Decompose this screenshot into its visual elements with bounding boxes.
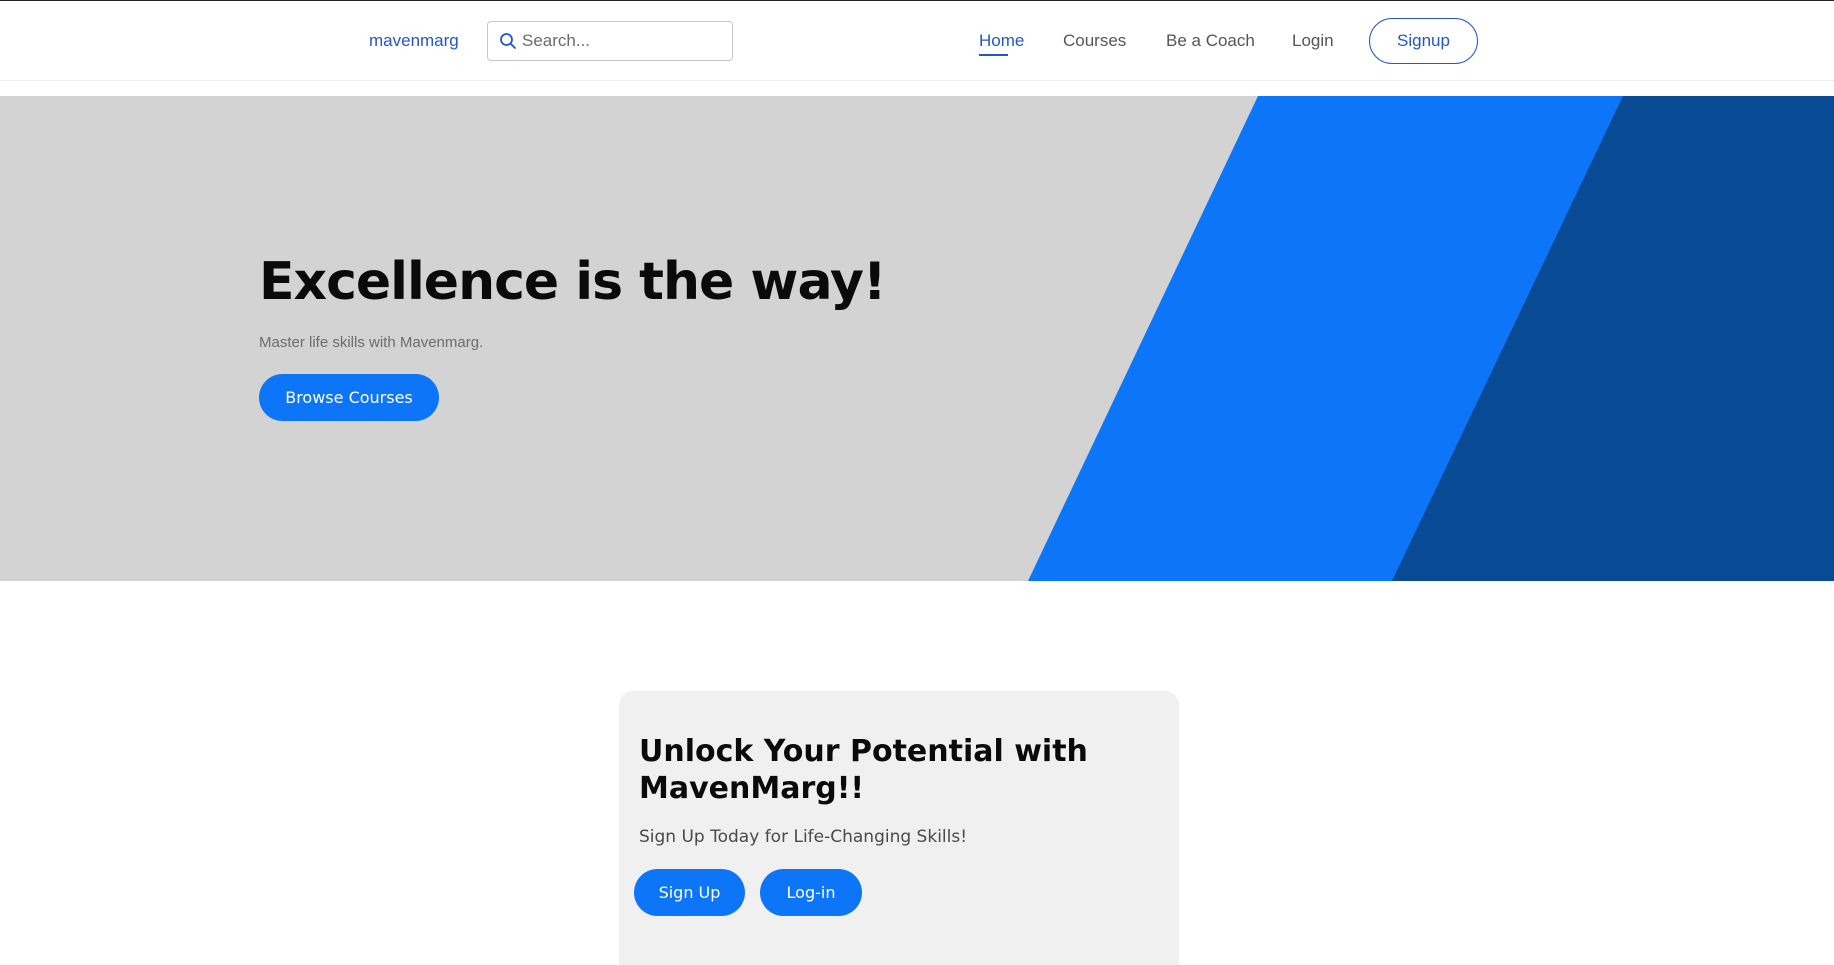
signup-button[interactable]: Signup xyxy=(1369,18,1478,64)
nav-home[interactable]: Home xyxy=(979,31,1024,51)
cta-subtitle: Sign Up Today for Life-Changing Skills! xyxy=(639,827,968,847)
search-box[interactable] xyxy=(487,21,733,61)
signup-cta-card: Unlock Your Potential with MavenMarg!! S… xyxy=(619,691,1179,965)
nav-active-indicator xyxy=(979,54,1008,56)
hero-banner: Excellence is the way! Master life skill… xyxy=(0,96,1834,581)
cta-login-button[interactable]: Log-in xyxy=(760,869,862,916)
search-icon xyxy=(500,33,516,49)
browse-courses-button[interactable]: Browse Courses xyxy=(259,374,439,421)
nav-be-a-coach[interactable]: Be a Coach xyxy=(1166,31,1255,51)
nav-courses[interactable]: Courses xyxy=(1063,31,1126,51)
cta-signup-button[interactable]: Sign Up xyxy=(634,869,745,916)
navbar: mavenmarg Home Courses Be a Coach Login … xyxy=(0,1,1834,81)
search-input[interactable] xyxy=(522,22,722,60)
brand-logo[interactable]: mavenmarg xyxy=(369,31,459,51)
hero-subtitle: Master life skills with Mavenmarg. xyxy=(259,334,484,351)
cta-title: Unlock Your Potential with MavenMarg!! xyxy=(639,734,1088,806)
nav-login[interactable]: Login xyxy=(1292,31,1334,51)
hero-title: Excellence is the way! xyxy=(259,252,887,312)
